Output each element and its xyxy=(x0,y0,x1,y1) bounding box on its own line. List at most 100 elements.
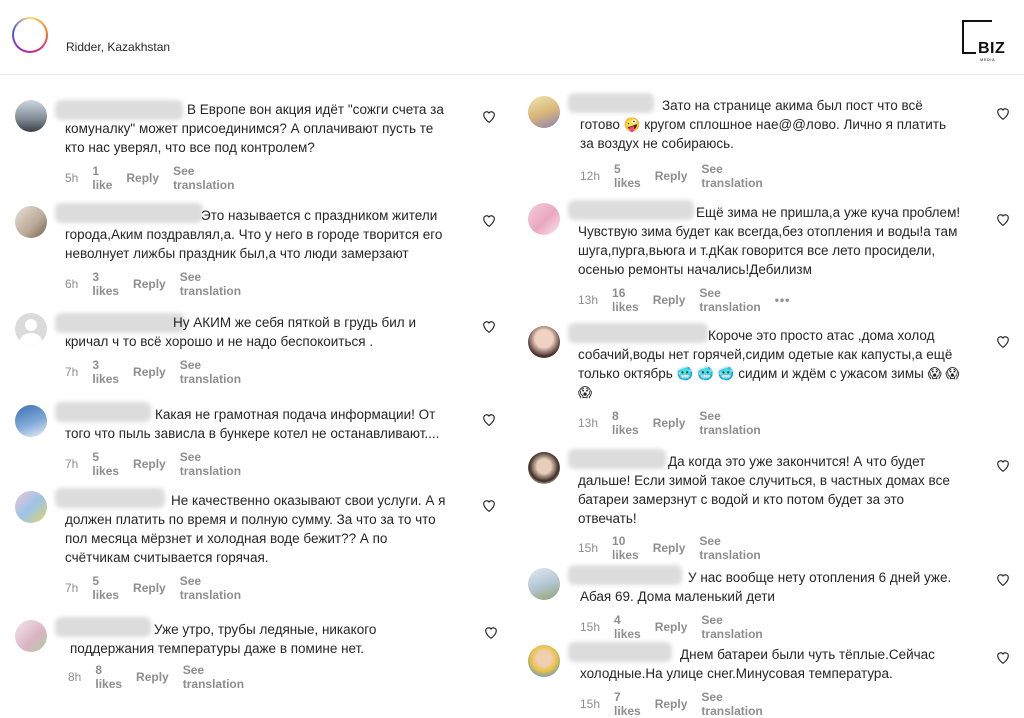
comment-text: Короче это просто атас ,дома холод собач… xyxy=(578,328,960,400)
biz-logo: BIZ MEDIA xyxy=(962,20,1014,62)
comment-text: В Европе вон акция идёт "сожги счета за … xyxy=(65,102,444,155)
see-translation-button[interactable]: See translation xyxy=(180,270,241,298)
reply-button[interactable]: Reply xyxy=(655,169,688,183)
comment-meta: 7h 3 likes Reply See translation xyxy=(65,358,241,386)
commenter-avatar[interactable] xyxy=(15,491,47,523)
likes-count[interactable]: 16 likes xyxy=(612,286,639,314)
comment-meta: 13h 16 likes Reply See translation ••• xyxy=(578,286,790,314)
see-translation-button[interactable]: See translation xyxy=(699,286,760,314)
heart-icon[interactable] xyxy=(996,107,1010,120)
comment-meta: 13h 8 likes Reply See translation xyxy=(578,409,761,437)
heart-icon[interactable] xyxy=(482,413,496,426)
see-translation-button[interactable]: See translation xyxy=(699,534,760,562)
comment-time: 5h xyxy=(65,171,79,185)
comment-time: 15h xyxy=(580,620,601,634)
likes-count[interactable]: 1 like xyxy=(92,164,112,192)
comment-text: Да когда это уже закончится! А что будет… xyxy=(578,454,950,526)
comment-text: Уже утро, трубы ледяные, никакого поддер… xyxy=(70,622,377,656)
comment-time: 8h xyxy=(68,670,82,684)
comment-text: Это называется с праздником жители город… xyxy=(65,208,443,261)
reply-button[interactable]: Reply xyxy=(653,293,686,307)
comment-meta: 6h 3 likes Reply See translation xyxy=(65,270,241,298)
commenter-avatar[interactable] xyxy=(15,620,47,652)
likes-count[interactable]: 8 likes xyxy=(95,663,122,691)
see-translation-button[interactable]: See translation xyxy=(180,450,241,478)
likes-count[interactable]: 5 likes xyxy=(92,450,119,478)
reply-button[interactable]: Reply xyxy=(653,541,686,555)
comment-meta: 15h 4 likes Reply See translation xyxy=(580,613,763,641)
comment-meta: 15h 7 likes Reply See translation xyxy=(580,690,763,718)
commenter-avatar[interactable] xyxy=(528,96,560,128)
likes-count[interactable]: 7 likes xyxy=(614,690,641,718)
reply-button[interactable]: Reply xyxy=(133,457,166,471)
see-translation-button[interactable]: See translation xyxy=(699,409,760,437)
see-translation-button[interactable]: See translation xyxy=(180,574,241,602)
comment-meta: 8h 8 likes Reply See translation xyxy=(68,663,244,691)
commenter-avatar[interactable] xyxy=(15,206,47,238)
see-translation-button[interactable]: See translation xyxy=(701,690,762,718)
location-label[interactable]: Ridder, Kazakhstan xyxy=(66,40,170,54)
heart-icon[interactable] xyxy=(482,499,496,512)
commenter-avatar[interactable] xyxy=(528,645,560,677)
comment-time: 7h xyxy=(65,365,79,379)
likes-count[interactable]: 5 likes xyxy=(92,574,119,602)
comment-time: 13h xyxy=(578,416,599,430)
reply-button[interactable]: Reply xyxy=(133,365,166,379)
comment-time: 12h xyxy=(580,169,601,183)
see-translation-button[interactable]: See translation xyxy=(173,164,234,192)
see-translation-button[interactable]: See translation xyxy=(180,358,241,386)
reply-button[interactable]: Reply xyxy=(653,416,686,430)
comment-meta: 7h 5 likes Reply See translation xyxy=(65,450,241,478)
reply-button[interactable]: Reply xyxy=(136,670,169,684)
commenter-avatar[interactable] xyxy=(528,568,560,600)
commenter-avatar[interactable] xyxy=(528,203,560,235)
comment-text: Ну АКИМ же себя пяткой в грудь бил и кри… xyxy=(65,315,416,349)
heart-icon[interactable] xyxy=(484,626,498,639)
heart-icon[interactable] xyxy=(996,459,1010,472)
post-header: Ridder, Kazakhstan BIZ MEDIA xyxy=(0,0,1024,75)
commenter-avatar[interactable] xyxy=(15,405,47,437)
heart-icon[interactable] xyxy=(482,320,496,333)
comment-time: 13h xyxy=(578,293,599,307)
commenter-avatar[interactable] xyxy=(528,452,560,484)
see-translation-button[interactable]: See translation xyxy=(183,663,244,691)
reply-button[interactable]: Reply xyxy=(126,171,159,185)
likes-count[interactable]: 3 likes xyxy=(92,270,119,298)
comment-meta: 15h 10 likes Reply See translation xyxy=(578,534,761,562)
likes-count[interactable]: 10 likes xyxy=(612,534,639,562)
comment-text: Какая не грамотная подача информации! От… xyxy=(65,407,440,441)
see-translation-button[interactable]: See translation xyxy=(701,162,762,190)
reply-button[interactable]: Reply xyxy=(133,581,166,595)
reply-button[interactable]: Reply xyxy=(655,620,688,634)
likes-count[interactable]: 5 likes xyxy=(614,162,641,190)
comment-text: У нас вообще нету отопления 6 дней уже. … xyxy=(580,570,952,604)
comment-time: 6h xyxy=(65,277,79,291)
likes-count[interactable]: 4 likes xyxy=(614,613,641,641)
heart-icon[interactable] xyxy=(996,335,1010,348)
logo-text: BIZ xyxy=(976,40,1006,58)
commenter-avatar[interactable] xyxy=(15,313,47,345)
comment-meta: 7h 5 likes Reply See translation xyxy=(65,574,241,602)
likes-count[interactable]: 3 likes xyxy=(92,358,119,386)
comment-time: 7h xyxy=(65,457,79,471)
heart-icon[interactable] xyxy=(482,214,496,227)
reply-button[interactable]: Reply xyxy=(133,277,166,291)
more-options-button[interactable]: ••• xyxy=(775,293,791,307)
comment-text: Днем батареи были чуть тёплые.Сейчас хол… xyxy=(580,647,935,681)
see-translation-button[interactable]: See translation xyxy=(701,613,762,641)
likes-count[interactable]: 8 likes xyxy=(612,409,639,437)
comment-text: Ещё зима не пришла,а уже куча проблем! Ч… xyxy=(578,205,961,277)
heart-icon[interactable] xyxy=(996,573,1010,586)
comment-meta: 12h 5 likes Reply See translation xyxy=(580,162,763,190)
profile-avatar-ring[interactable] xyxy=(12,17,48,53)
logo-subtext: MEDIA xyxy=(980,57,996,62)
comment-text: Не качественно оказывают свои услуги. А … xyxy=(65,493,446,565)
comment-time: 7h xyxy=(65,581,79,595)
commenter-avatar[interactable] xyxy=(528,326,560,358)
heart-icon[interactable] xyxy=(482,110,496,123)
heart-icon[interactable] xyxy=(996,213,1010,226)
reply-button[interactable]: Reply xyxy=(655,697,688,711)
commenter-avatar[interactable] xyxy=(15,100,47,132)
heart-icon[interactable] xyxy=(996,651,1010,664)
comment-time: 15h xyxy=(580,697,601,711)
